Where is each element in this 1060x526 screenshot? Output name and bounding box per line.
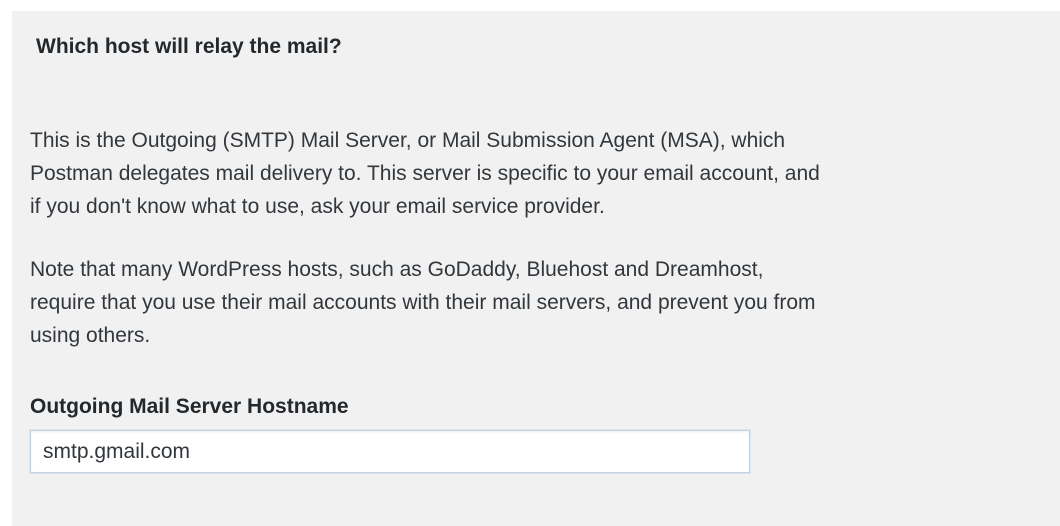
- note-paragraph: Note that many WordPress hosts, such as …: [30, 253, 816, 352]
- settings-panel: Which host will relay the mail? This is …: [12, 11, 1060, 526]
- hostname-input[interactable]: [30, 430, 750, 473]
- description-paragraph: This is the Outgoing (SMTP) Mail Server,…: [30, 124, 820, 223]
- note-line: using others.: [30, 324, 151, 347]
- section-title: Which host will relay the mail?: [36, 35, 342, 58]
- note-line: require that you use their mail accounts…: [30, 291, 816, 314]
- hostname-label: Outgoing Mail Server Hostname: [30, 395, 349, 418]
- description-line: Postman delegates mail delivery to. This…: [30, 162, 820, 185]
- note-line: Note that many WordPress hosts, such as …: [30, 258, 764, 281]
- description-line: This is the Outgoing (SMTP) Mail Server,…: [30, 129, 786, 152]
- description-line: if you don't know what to use, ask your …: [30, 195, 605, 218]
